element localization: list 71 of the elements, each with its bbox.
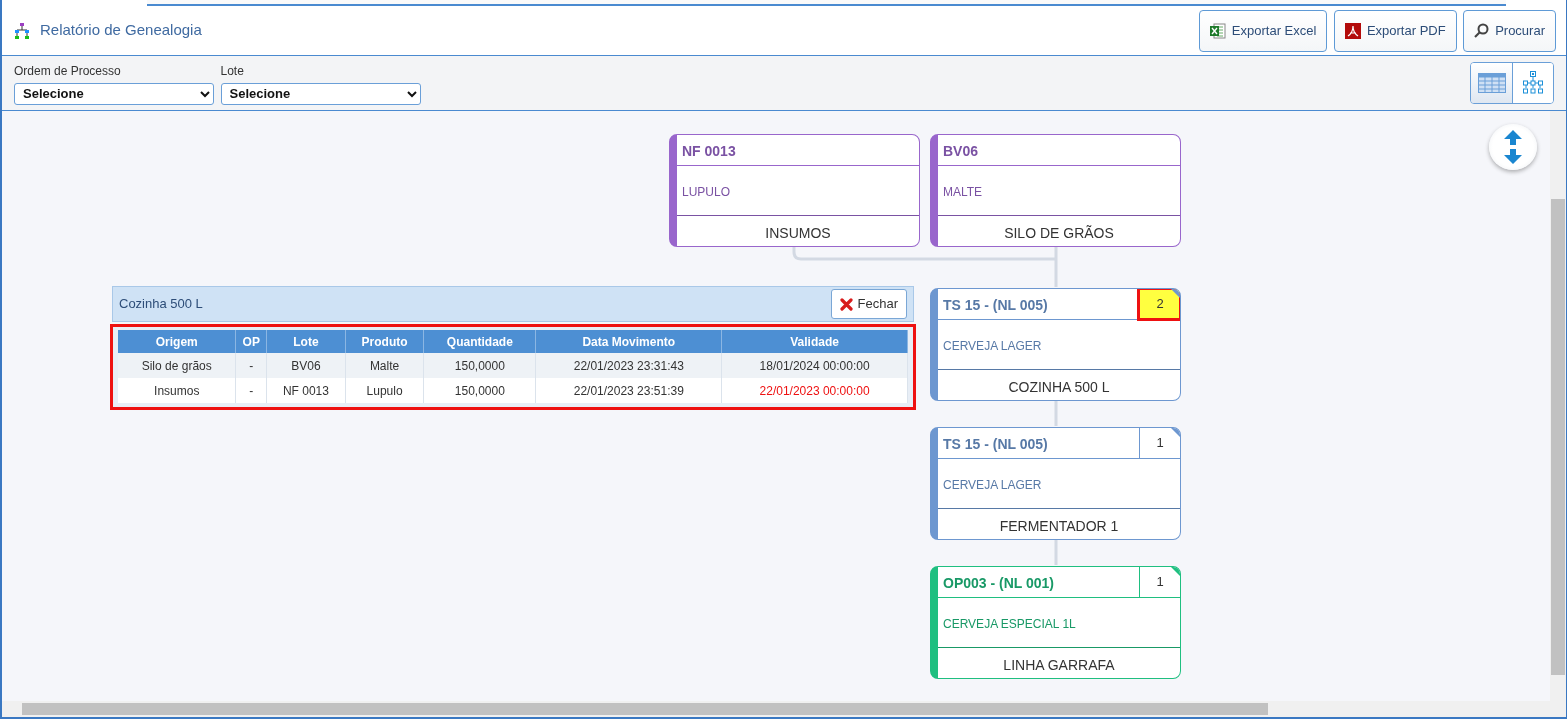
table-cell: 22/01/2023 00:00:00 <box>721 378 908 403</box>
node-location: LINHA GARRAFA <box>1002 656 1116 675</box>
connector-line <box>1054 540 1058 565</box>
table-cell: BV06 <box>266 353 346 378</box>
scrollbar-thumb[interactable] <box>1551 199 1565 675</box>
page-title: Relatório de Genealogia <box>40 20 202 41</box>
tree-view-icon <box>1521 71 1545 95</box>
dropdown-field[interactable]: Selecione <box>220 82 421 105</box>
table-cell: 150,0000 <box>423 378 536 403</box>
export-button[interactable]: Exportar PDF <box>1333 9 1457 52</box>
close-button[interactable]: Fechar <box>830 289 907 319</box>
up-down-arrows-icon <box>1504 130 1522 164</box>
table-cell: 22/01/2023 23:51:39 <box>535 378 722 403</box>
scrollbar-thumb[interactable] <box>22 703 1268 715</box>
node-product: CERVEJA LAGER <box>938 459 1180 509</box>
search-button[interactable]: Procurar <box>1463 9 1556 52</box>
table-cell: 150,0000 <box>423 353 536 378</box>
table-cell: Insumos <box>118 378 236 403</box>
column-header: Validade <box>721 330 908 353</box>
count-badge[interactable]: 1 <box>1139 428 1180 458</box>
table-cell: Silo de grãos <box>118 353 236 378</box>
node-product: CERVEJA LAGER <box>938 320 1180 370</box>
tree-view-button[interactable] <box>1512 63 1553 103</box>
node-title: BV06 <box>942 142 980 161</box>
process-node[interactable]: TS 15 - (NL 005) 2 CERVEJA LAGER COZINHA 500 L <box>930 288 1181 401</box>
table-view-button[interactable] <box>1471 63 1512 103</box>
column-header: OP <box>235 330 267 353</box>
node-product: LUPULO <box>677 166 919 216</box>
process-node[interactable]: OP003 - (NL 001) 1 CERVEJA ESPECIAL 1L LINHA GARRAFA <box>930 566 1181 679</box>
table-cell: NF 0013 <box>266 378 346 403</box>
connector-line <box>1054 401 1058 426</box>
panel-title: Cozinha 500 L <box>119 295 203 314</box>
table-cell: 22/01/2023 23:31:43 <box>535 353 722 378</box>
horizontal-scrollbar[interactable] <box>2 701 1566 717</box>
process-node[interactable]: TS 15 - (NL 005) 1 CERVEJA LAGER FERMENTADOR 1 <box>930 427 1181 540</box>
node-product: MALTE <box>938 166 1180 216</box>
node-title: NF 0013 <box>681 142 737 161</box>
hierarchy-icon <box>14 22 30 39</box>
expand-collapse-button[interactable] <box>1489 124 1537 170</box>
node-location: COZINHA 500 L <box>1007 378 1111 397</box>
node-product: CERVEJA ESPECIAL 1L <box>938 598 1180 648</box>
process-node[interactable]: NF 0013 LUPULO INSUMOS <box>669 134 920 247</box>
column-header: Produto <box>345 330 424 353</box>
export-button[interactable]: Exportar Excel <box>1198 9 1328 52</box>
column-header: Data Movimento <box>535 330 722 353</box>
field-label: Ordem de Processo <box>14 62 122 80</box>
node-title: OP003 - (NL 001) <box>942 574 1055 593</box>
dropdown-field[interactable]: Selecione <box>14 82 214 105</box>
search-icon <box>1474 23 1490 38</box>
table-cell: Malte <box>345 353 424 378</box>
node-location: FERMENTADOR 1 <box>998 517 1120 536</box>
node-title: TS 15 - (NL 005) <box>942 296 1049 315</box>
column-header: Origem <box>118 330 236 353</box>
close-icon <box>839 297 853 311</box>
column-header: Quantidade <box>423 330 536 353</box>
spreadsheet-icon <box>1209 22 1226 39</box>
table-cell: 18/01/2024 00:00:00 <box>721 353 908 378</box>
count-badge[interactable]: 2 <box>1139 289 1180 319</box>
pdf-icon <box>1344 22 1361 39</box>
node-location: INSUMOS <box>764 224 832 243</box>
column-header: Lote <box>266 330 346 353</box>
count-badge[interactable]: 1 <box>1139 567 1180 597</box>
process-node[interactable]: BV06 MALTE SILO DE GRÃOS <box>930 134 1181 247</box>
node-location: SILO DE GRÃOS <box>1003 224 1115 243</box>
table-cell: Lupulo <box>345 378 424 403</box>
node-title: TS 15 - (NL 005) <box>942 435 1049 454</box>
vertical-scrollbar[interactable] <box>1550 111 1566 701</box>
field-label: Lote <box>220 62 245 80</box>
table-cell: - <box>235 378 267 403</box>
table-cell: - <box>235 353 267 378</box>
table-icon <box>1477 73 1506 93</box>
